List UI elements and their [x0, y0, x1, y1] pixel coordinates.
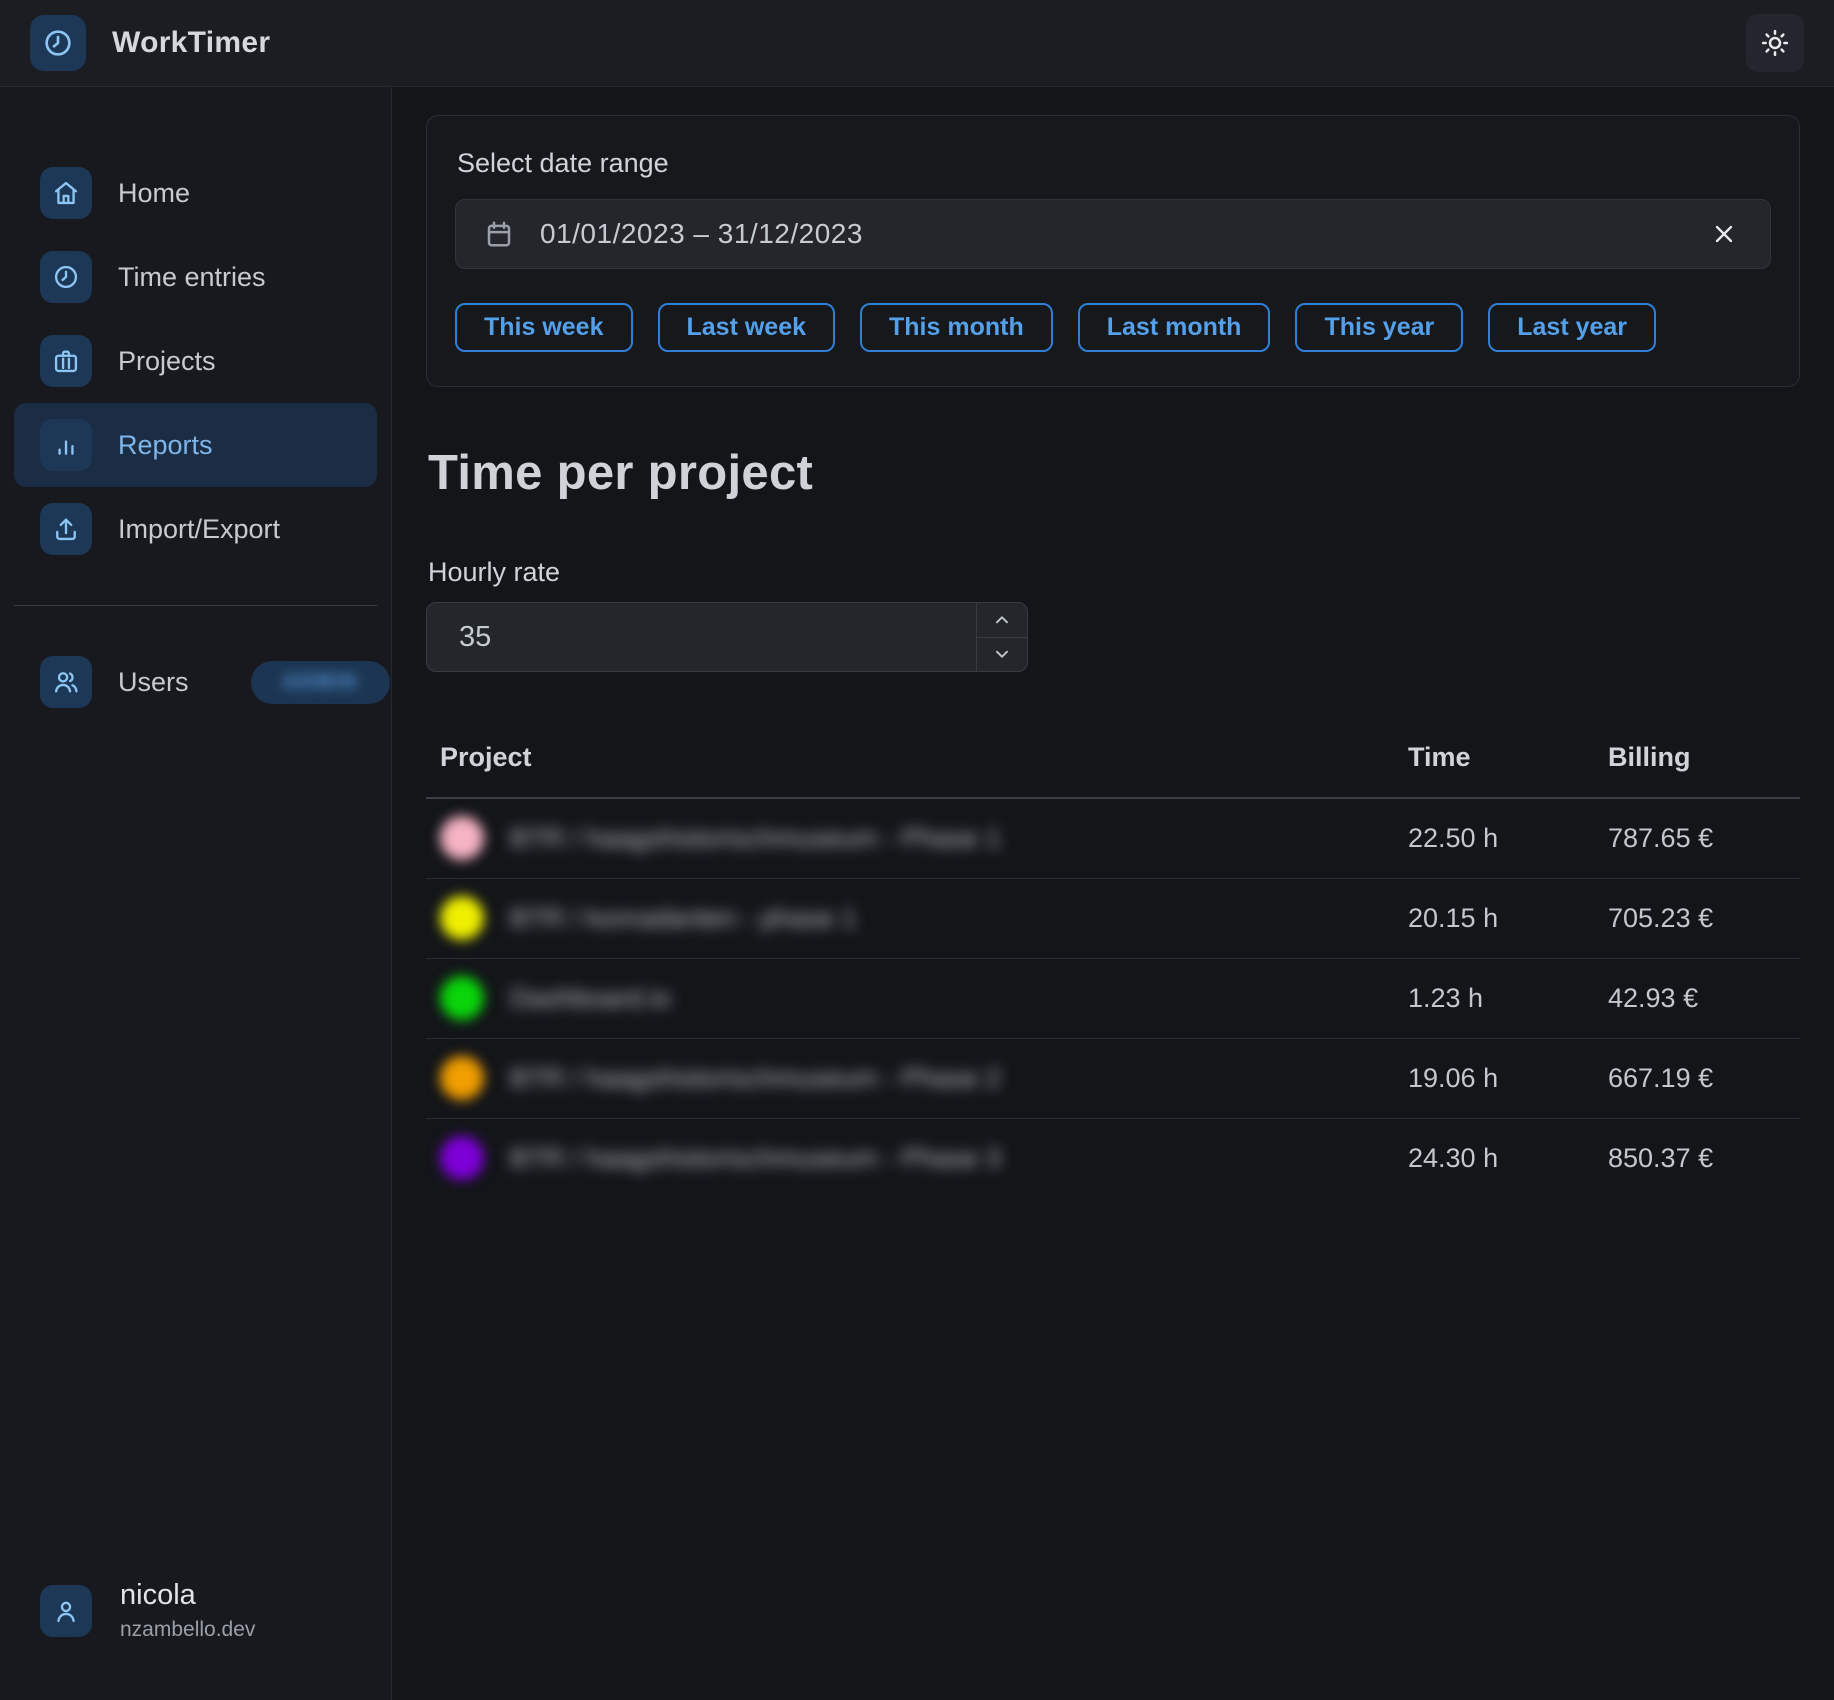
sun-icon [1760, 28, 1790, 58]
clock-logo-icon [42, 27, 74, 59]
project-name: BTR / haagshistorischmuseum - Phase 3 [510, 1143, 1001, 1174]
rate-increment-button[interactable] [977, 603, 1027, 638]
sidebar-item-label: Users [118, 667, 189, 698]
admin-badge: ADMIN [251, 661, 391, 704]
chart-icon [52, 431, 80, 459]
chevron-down-icon [991, 643, 1013, 665]
theme-toggle-button[interactable] [1746, 14, 1804, 72]
date-presets: This week Last week This month Last mont… [455, 303, 1771, 352]
date-range-input[interactable]: 01/01/2023 – 31/12/2023 [455, 199, 1771, 269]
sidebar-item-import-export[interactable]: Import/Export [14, 487, 377, 571]
sidebar-spacer [0, 724, 391, 1579]
date-range-label: Select date range [457, 148, 1771, 179]
layout: Home Time entries Projects Reports Impor… [0, 87, 1834, 1700]
preset-button-this-week[interactable]: This week [455, 303, 633, 352]
rate-decrement-button[interactable] [977, 638, 1027, 672]
date-range-value: 01/01/2023 – 31/12/2023 [540, 218, 1680, 250]
hourly-rate-input[interactable] [427, 603, 976, 671]
project-name: BTR / haagshistorischmuseum - Phase 2 [510, 1063, 1001, 1094]
billing-cell: 850.37 € [1594, 1118, 1800, 1198]
time-cell: 20.15 h [1394, 878, 1594, 958]
table-row[interactable]: BTR / konradanten - phase 1 20.15 h 705.… [426, 878, 1800, 958]
avatar [40, 1585, 92, 1637]
project-color-dot [440, 1136, 484, 1180]
table-row[interactable]: Dashboard.io 1.23 h 42.93 € [426, 958, 1800, 1038]
sidebar-nav: Home Time entries Projects Reports Impor… [0, 151, 391, 571]
main-content: Select date range 01/01/2023 – 31/12/202… [392, 87, 1834, 1700]
preset-button-last-month[interactable]: Last month [1078, 303, 1271, 352]
table-row[interactable]: BTR / haagshistorischmuseum - Phase 2 19… [426, 1038, 1800, 1118]
sidebar-item-reports[interactable]: Reports [14, 403, 377, 487]
project-color-dot [440, 816, 484, 860]
chevron-up-icon [991, 609, 1013, 631]
time-cell: 22.50 h [1394, 798, 1594, 878]
sidebar-item-projects[interactable]: Projects [14, 319, 377, 403]
app-header: WorkTimer [0, 0, 1834, 87]
billing-cell: 705.23 € [1594, 878, 1800, 958]
preset-button-this-year[interactable]: This year [1295, 303, 1463, 352]
preset-button-last-year[interactable]: Last year [1488, 303, 1656, 352]
user-icon [52, 1597, 80, 1625]
project-color-dot [440, 896, 484, 940]
app-title: WorkTimer [112, 26, 270, 60]
project-name: BTR / haagshistorischmuseum - Phase 1 [510, 823, 1001, 854]
table-row[interactable]: BTR / haagshistorischmuseum - Phase 1 22… [426, 798, 1800, 878]
time-cell: 19.06 h [1394, 1038, 1594, 1118]
current-user[interactable]: nicola nzambello.dev [0, 1579, 391, 1656]
time-per-project-table: Project Time Billing BTR / haagshistoris… [426, 730, 1800, 1198]
users-icon [52, 668, 80, 696]
user-domain: nzambello.dev [120, 1618, 255, 1642]
app-logo [30, 15, 86, 71]
upload-icon [52, 515, 80, 543]
preset-button-this-month[interactable]: This month [860, 303, 1053, 352]
column-project: Project [426, 730, 1394, 798]
user-name: nicola [120, 1579, 255, 1612]
sidebar-divider [14, 605, 377, 606]
home-icon [52, 179, 80, 207]
preset-button-last-week[interactable]: Last week [658, 303, 836, 352]
hourly-rate-field [426, 602, 1028, 672]
billing-cell: 787.65 € [1594, 798, 1800, 878]
sidebar: Home Time entries Projects Reports Impor… [0, 87, 392, 1700]
page-title: Time per project [428, 445, 1800, 501]
sidebar-item-home[interactable]: Home [14, 151, 377, 235]
column-billing: Billing [1594, 730, 1800, 798]
project-name: Dashboard.io [510, 983, 671, 1014]
billing-cell: 667.19 € [1594, 1038, 1800, 1118]
table-row[interactable]: BTR / haagshistorischmuseum - Phase 3 24… [426, 1118, 1800, 1198]
sidebar-item-time-entries[interactable]: Time entries [14, 235, 377, 319]
briefcase-icon [52, 347, 80, 375]
table-header-row: Project Time Billing [426, 730, 1800, 798]
sidebar-item-users[interactable]: Users ADMIN [14, 640, 377, 724]
billing-cell: 42.93 € [1594, 958, 1800, 1038]
hourly-rate-label: Hourly rate [428, 557, 1800, 588]
close-icon [1710, 220, 1738, 248]
project-name: BTR / konradanten - phase 1 [510, 903, 857, 934]
calendar-icon [484, 219, 514, 249]
project-color-dot [440, 976, 484, 1020]
date-range-card: Select date range 01/01/2023 – 31/12/202… [426, 115, 1800, 387]
clock-icon [52, 263, 80, 291]
column-time: Time [1394, 730, 1594, 798]
project-color-dot [440, 1056, 484, 1100]
time-cell: 24.30 h [1394, 1118, 1594, 1198]
rate-spinner [976, 603, 1027, 671]
clear-date-range-button[interactable] [1706, 216, 1742, 252]
time-cell: 1.23 h [1394, 958, 1594, 1038]
